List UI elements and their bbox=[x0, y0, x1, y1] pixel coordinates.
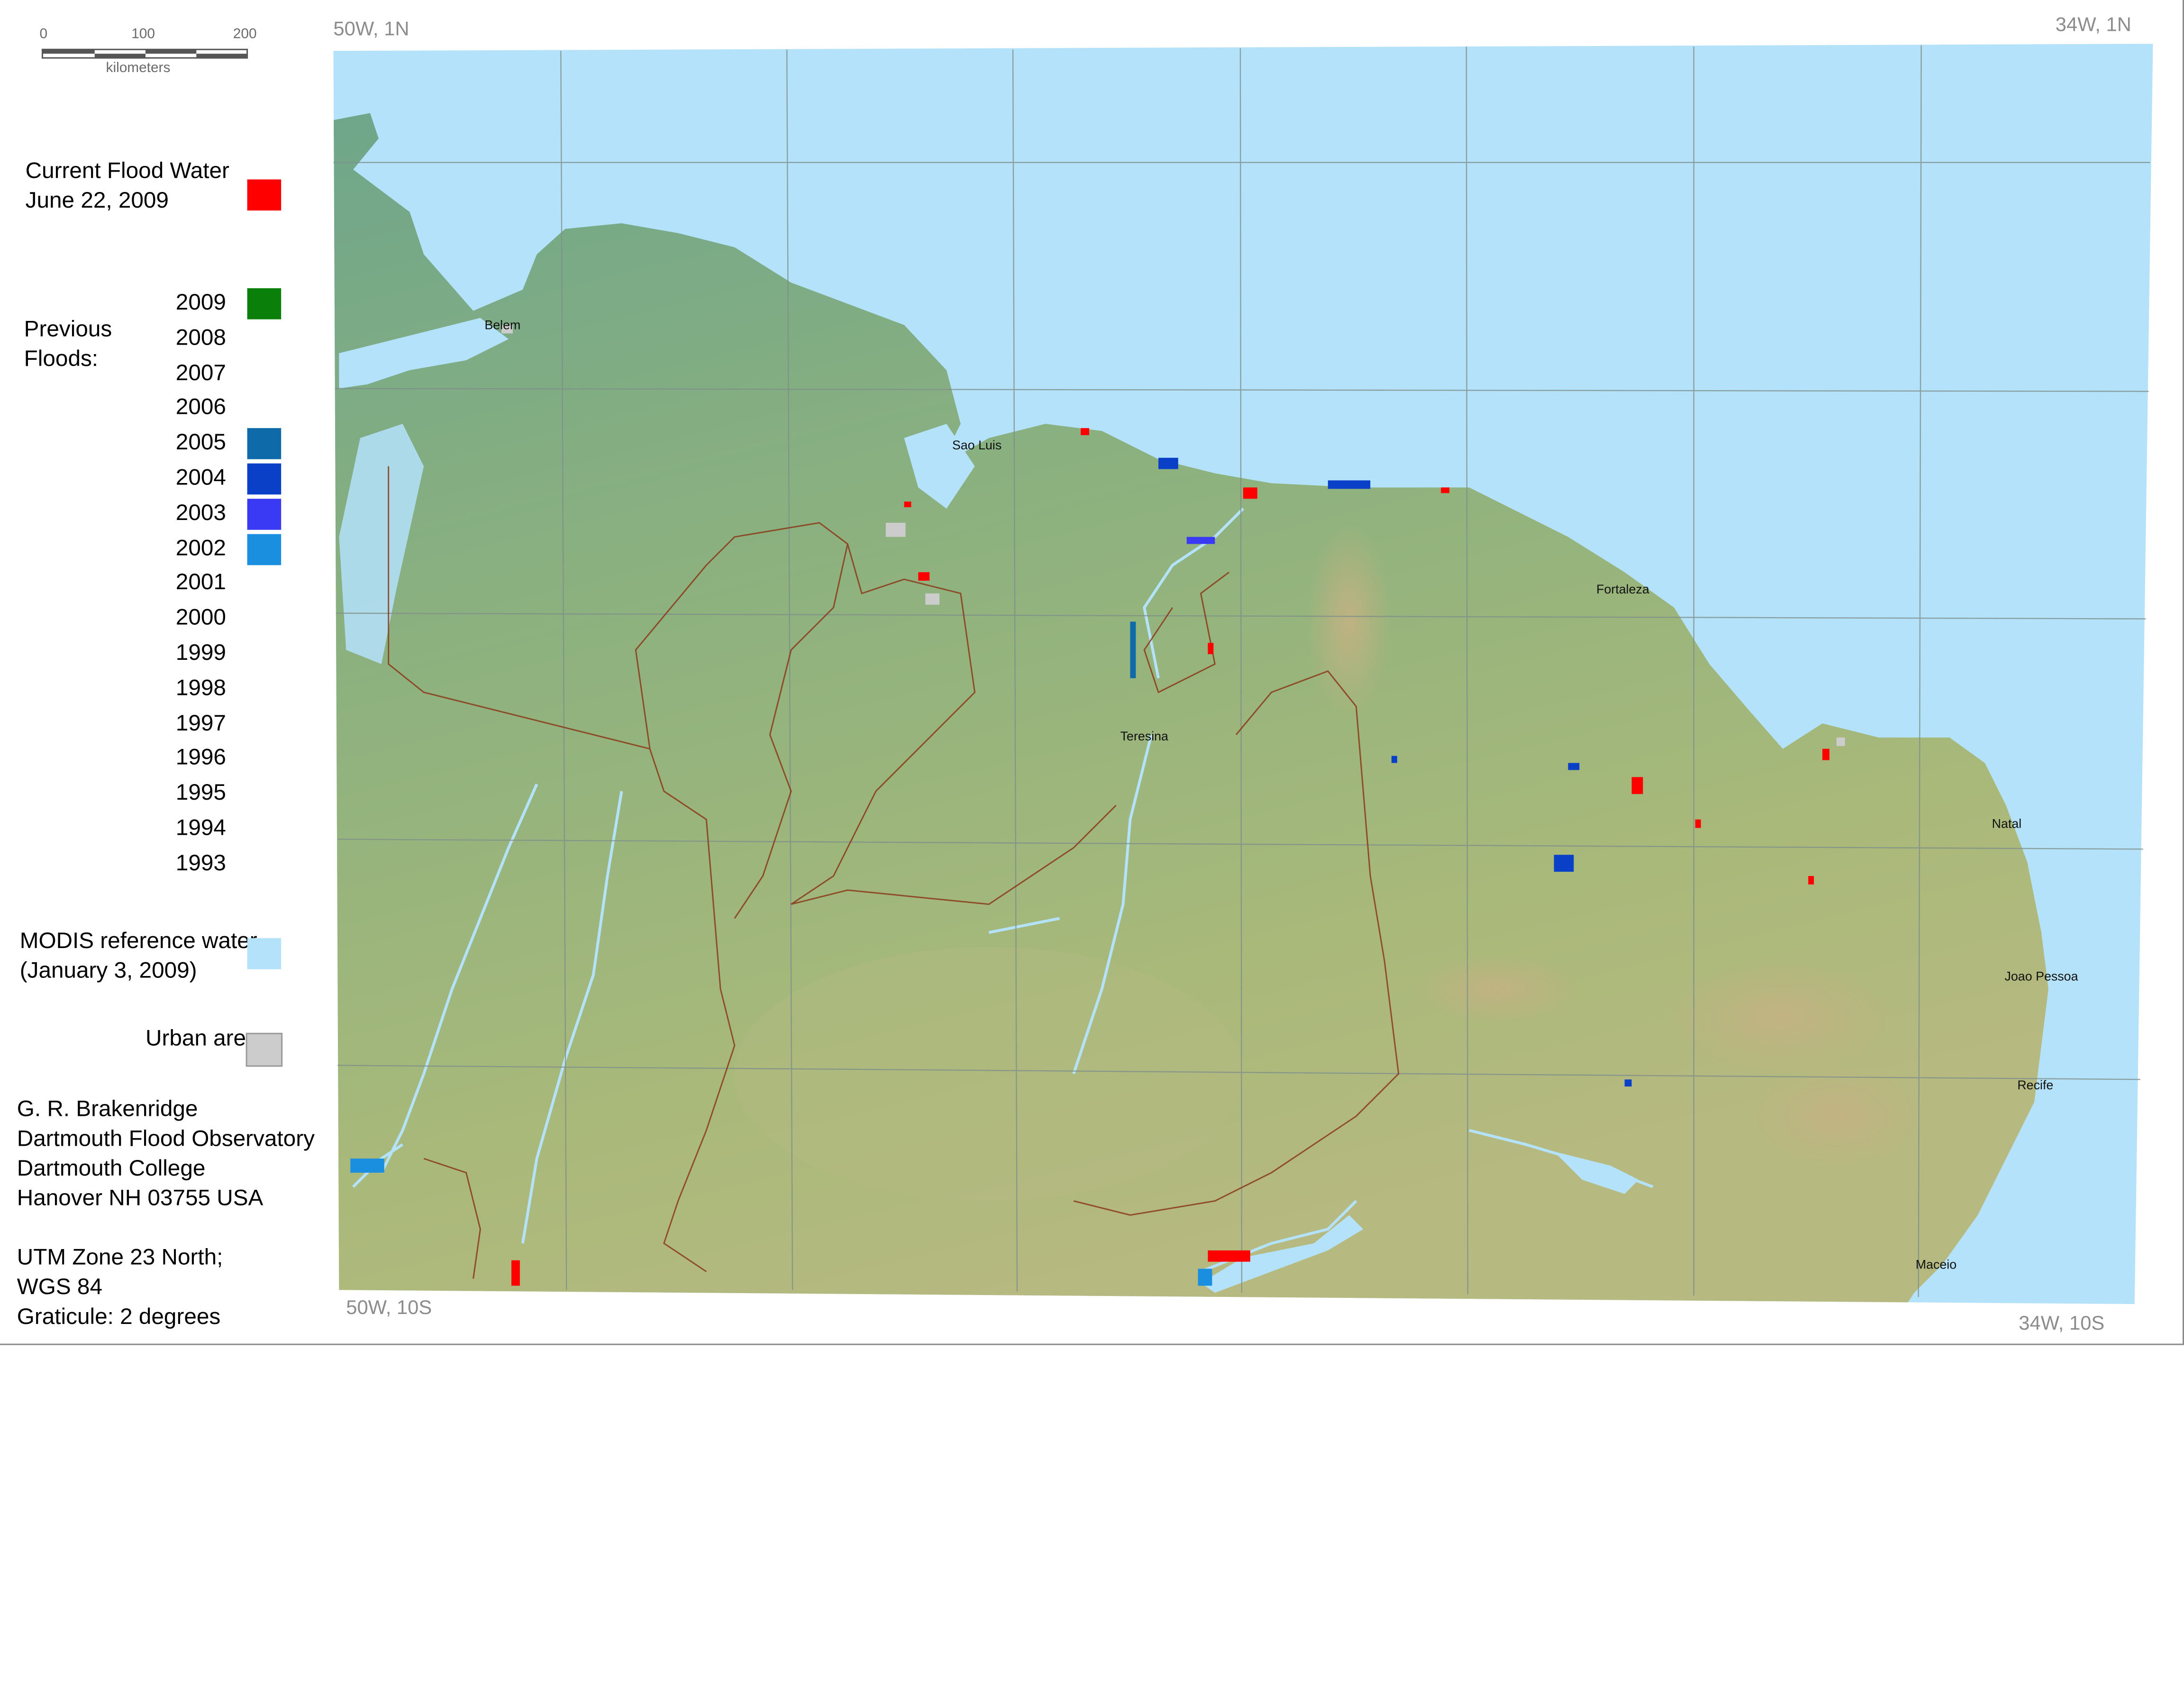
city-label-fortaleza: Fortaleza bbox=[1596, 582, 1649, 596]
frame-bottom bbox=[0, 1343, 2184, 1345]
city-label-maceio: Maceio bbox=[1916, 1258, 1956, 1272]
highland-area bbox=[1667, 960, 1893, 1074]
map-panel: Belem Sao Luis Fortaleza Teresina Natal … bbox=[333, 44, 2153, 1305]
highland-area bbox=[1751, 1067, 1921, 1166]
highland-area bbox=[734, 947, 1243, 1201]
highland-area bbox=[1307, 522, 1392, 721]
city-label-teresina: Teresina bbox=[1120, 729, 1168, 743]
city-label-joao-pessoa: Joao Pessoa bbox=[2004, 969, 2078, 984]
city-label-natal: Natal bbox=[1992, 817, 2022, 831]
city-label-belem: Belem bbox=[484, 318, 520, 332]
highland-area bbox=[1412, 953, 1583, 1024]
city-label-recife: Recife bbox=[2017, 1078, 2053, 1092]
map-figure: 0 100 200 kilometers Current Flood Water… bbox=[0, 0, 2184, 1677]
city-label-sao-luis: Sao Luis bbox=[952, 438, 1001, 452]
